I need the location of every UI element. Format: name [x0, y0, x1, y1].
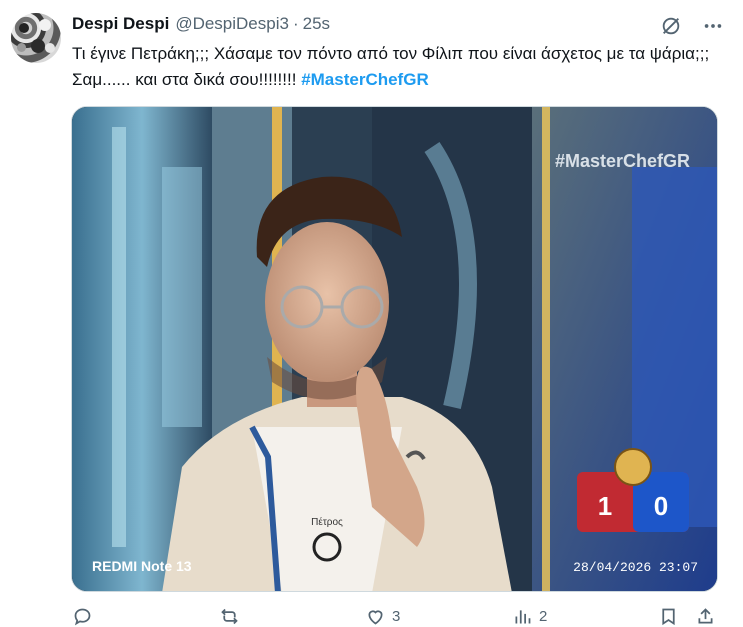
- author-handle[interactable]: @DespiDespi3: [175, 14, 289, 34]
- apron-name: Πέτρος: [311, 516, 343, 528]
- reply-button[interactable]: [72, 606, 99, 627]
- action-bar: 3 2: [72, 606, 722, 627]
- views-button[interactable]: 2: [512, 606, 547, 627]
- score-left: 1: [598, 491, 612, 521]
- views-icon: [515, 610, 531, 624]
- separator-dot: ·: [292, 14, 299, 33]
- retweet-icon: [221, 608, 238, 625]
- reply-icon: [74, 608, 91, 626]
- tweet-text: Τι έγινε Πετράκη;;; Χάσαμε τον πόντο από…: [72, 41, 722, 93]
- score-right: 0: [654, 491, 668, 521]
- avatar[interactable]: [11, 13, 61, 63]
- more-icon[interactable]: [701, 14, 725, 38]
- retweet-button[interactable]: [219, 606, 246, 627]
- grok-icon[interactable]: [659, 14, 683, 38]
- timestamp[interactable]: 25s: [303, 14, 330, 34]
- views-count: 2: [539, 608, 548, 625]
- tweet-photo[interactable]: #MasterChefGR Πέτρος 1 0 REDMI Note 13 2…: [71, 106, 718, 592]
- like-count: 3: [392, 608, 401, 625]
- like-icon: [368, 610, 383, 625]
- like-button[interactable]: 3: [365, 606, 400, 627]
- bookmark-icon: [662, 608, 675, 626]
- photo-datetime: 28/04/2026 23:07: [573, 560, 698, 575]
- tweet-header: Despi Despi @DespiDespi3 · 25s: [72, 14, 330, 36]
- overlay-hashtag: #MasterChefGR: [555, 151, 690, 171]
- device-watermark: REDMI Note 13: [92, 558, 192, 574]
- hashtag-link[interactable]: #MasterChefGR: [301, 70, 429, 89]
- share-icon: [698, 608, 713, 624]
- tweet[interactable]: Despi Despi @DespiDespi3 · 25s Τι έγινε …: [0, 0, 743, 627]
- share-button[interactable]: [695, 606, 716, 627]
- top-actions: [659, 14, 725, 38]
- author-name[interactable]: Despi Despi: [72, 14, 169, 34]
- bookmark-button[interactable]: [658, 606, 679, 627]
